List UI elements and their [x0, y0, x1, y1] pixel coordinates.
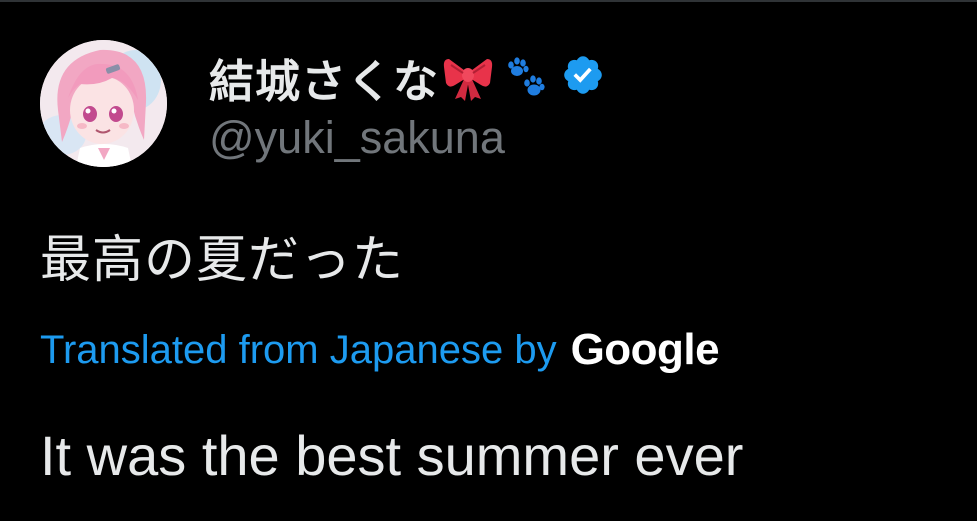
author-names: 結城さくな @yuki_sakuna — [209, 46, 605, 164]
google-logo: Google — [570, 325, 720, 374]
translated-tweet-text: It was the best summer ever — [40, 424, 744, 487]
tweet-header: 結城さくな @yuki_sakuna — [40, 40, 940, 167]
translation-attribution: Translated from Japanese by Google — [40, 325, 720, 375]
translated-from-link[interactable]: Translated from Japanese by — [40, 328, 557, 373]
verified-badge-icon[interactable] — [561, 53, 605, 101]
paw-prints-icon — [497, 53, 549, 101]
divider — [0, 0, 977, 2]
display-name-row[interactable]: 結城さくな — [209, 46, 605, 108]
author-handle[interactable]: @yuki_sakuna — [209, 112, 605, 164]
ribbon-icon — [443, 53, 493, 101]
tweet: 結城さくな @yuki_sakuna 最高の夏だった Translated fr… — [40, 40, 940, 487]
display-name[interactable]: 結城さくな — [209, 45, 439, 110]
avatar[interactable] — [40, 40, 167, 167]
avatar-image — [40, 40, 167, 167]
tweet-text: 最高の夏だった — [40, 231, 405, 290]
